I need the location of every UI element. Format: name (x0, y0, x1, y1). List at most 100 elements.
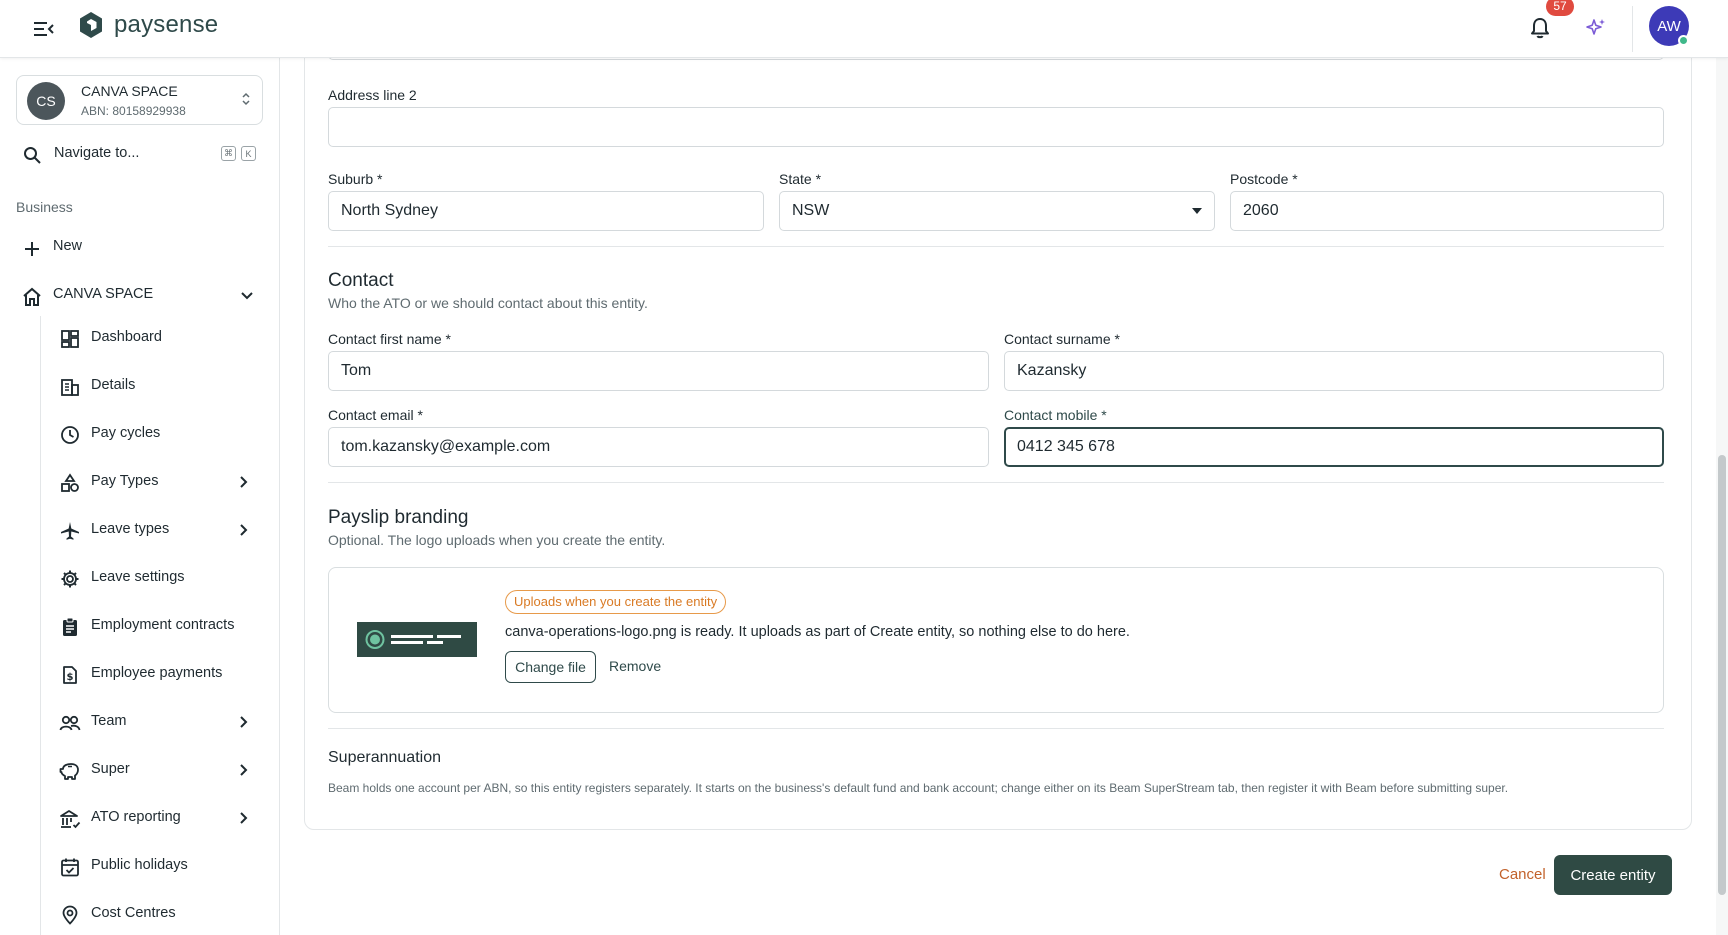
upload-status-badge: Uploads when you create the entity (505, 590, 727, 614)
superannuation-section-title: Superannuation (328, 749, 441, 766)
shapes-icon (59, 472, 81, 494)
logo-upload-box: Uploads when you create the entity canva… (328, 567, 1664, 713)
sidebar-item-super[interactable]: Super (41, 748, 270, 796)
chevron-up-down-icon (242, 92, 250, 106)
suburb-label: Suburb * (328, 171, 383, 187)
contact-first-name-label: Contact first name * (328, 331, 451, 347)
superannuation-description: Beam holds one account per ABN, so this … (328, 781, 1509, 795)
remove-file-button[interactable]: Remove (609, 658, 661, 674)
org-name: CANVA SPACE (81, 83, 178, 99)
cancel-button[interactable]: Cancel (1491, 855, 1554, 895)
sidebar-item-employment-contracts[interactable]: Employment contracts (41, 604, 270, 652)
sparkle-icon (1586, 19, 1605, 35)
brand-logo[interactable]: paysense (78, 11, 218, 39)
sidebar-item-pay-types[interactable]: Pay Types (41, 460, 270, 508)
dashboard-icon (59, 328, 81, 350)
shortcut-k-key: K (241, 146, 256, 161)
sidebar-item-label: Leave settings (91, 569, 185, 585)
location-pin-icon (59, 904, 81, 926)
postcode-label: Postcode * (1230, 171, 1298, 187)
sidebar-item-label: Team (91, 713, 127, 729)
logo-preview-image (357, 622, 477, 657)
sidebar-item-leave-settings[interactable]: Leave settings (41, 556, 270, 604)
contact-section-description: Who the ATO or we should contact about t… (328, 295, 648, 311)
address-line-2-label: Address line 2 (328, 87, 417, 103)
change-file-button[interactable]: Change file (505, 651, 596, 683)
top-bar: paysense 57 AW (0, 0, 1728, 58)
sidebar-item-pay-cycles[interactable]: Pay cycles (41, 412, 270, 460)
notifications-button[interactable] (1526, 14, 1554, 42)
address-line-2-input[interactable] (328, 107, 1664, 147)
sidebar-item-public-holidays[interactable]: Public holidays (41, 844, 270, 892)
organisation-switcher[interactable]: CS CANVA SPACE ABN: 80158929938 (16, 75, 263, 125)
sidebar-item-team[interactable]: Team (41, 700, 270, 748)
brand-name: paysense (114, 11, 219, 38)
ai-assistant-button[interactable] (1582, 14, 1610, 42)
calendar-icon (59, 856, 81, 878)
contact-email-label: Contact email * (328, 407, 423, 423)
sidebar-item-employee-payments[interactable]: $ Employee payments (41, 652, 270, 700)
sidebar-item-label: Employment contracts (91, 617, 235, 633)
org-avatar: CS (27, 82, 65, 120)
sidebar-item-label: Pay cycles (91, 425, 161, 441)
sidebar-item-label: Pay Types (91, 473, 159, 489)
sidebar-item-new-label: New (53, 238, 83, 254)
sidebar-item-label: Super (91, 761, 130, 777)
section-label-business: Business (16, 199, 73, 215)
create-entity-button[interactable]: Create entity (1554, 855, 1672, 895)
state-select[interactable]: NSW (779, 191, 1215, 231)
branding-section-title: Payslip branding (328, 507, 469, 528)
caret-down-icon (1192, 208, 1202, 214)
dollar-file-icon: $ (59, 664, 81, 686)
sidebar-item-new[interactable]: New (16, 231, 263, 265)
piggy-bank-icon (59, 760, 81, 782)
chevron-right-icon (240, 524, 248, 536)
contact-first-name-input[interactable]: Tom (328, 351, 989, 391)
state-selected-value: NSW (792, 202, 830, 219)
entity-form-card: Address line 2 Suburb * North Sydney Sta… (304, 28, 1692, 830)
contact-mobile-input[interactable]: 0412 345 678 (1004, 427, 1664, 467)
clipboard-icon (59, 616, 81, 638)
sidebar-item-details[interactable]: Details (41, 364, 270, 412)
sidebar-item-leave-types[interactable]: Leave types (41, 508, 270, 556)
shortcut-cmd-key: ⌘ (221, 146, 236, 161)
navigate-to-search[interactable]: Navigate to... ⌘ K (16, 138, 263, 172)
sidebar-item-cost-centres[interactable]: Cost Centres (41, 892, 270, 935)
header-divider (1632, 6, 1633, 52)
sidebar-item-canva-space[interactable]: CANVA SPACE (16, 279, 263, 313)
gear-icon (59, 568, 81, 590)
plane-icon (59, 520, 81, 542)
chevron-right-icon (240, 476, 248, 488)
chevron-right-icon (240, 716, 248, 728)
notification-count-badge: 57 (1546, 0, 1574, 16)
sidebar-item-label: Employee payments (91, 665, 223, 681)
sidebar-subnav: Dashboard Details Pay cycles Pay Types L… (40, 316, 270, 935)
section-divider (328, 246, 1664, 247)
home-icon (23, 287, 41, 306)
plus-icon (25, 242, 39, 256)
contact-surname-input[interactable]: Kazansky (1004, 351, 1664, 391)
contact-section-title: Contact (328, 270, 394, 291)
sidebar-item-label: Cost Centres (91, 905, 176, 921)
sidebar-item-ato-reporting[interactable]: ATO reporting (41, 796, 270, 844)
sidebar-item-label: Dashboard (91, 329, 162, 345)
bell-icon (1531, 18, 1549, 39)
menu-toggle-button[interactable] (30, 15, 58, 43)
upload-ready-message: canva-operations-logo.png is ready. It u… (505, 624, 1130, 640)
contact-email-input[interactable]: tom.kazansky@example.com (328, 427, 989, 467)
sidebar-item-dashboard[interactable]: Dashboard (41, 316, 270, 364)
contact-surname-label: Contact surname * (1004, 331, 1120, 347)
section-divider (328, 728, 1664, 729)
suburb-input[interactable]: North Sydney (328, 191, 764, 231)
state-label: State * (779, 171, 822, 187)
search-icon (24, 147, 41, 164)
sidebar-item-label: Details (91, 377, 136, 393)
page-scrollbar-thumb[interactable] (1718, 455, 1726, 895)
chevron-right-icon (240, 764, 248, 776)
contact-mobile-label: Contact mobile * (1004, 407, 1107, 423)
chevron-right-icon (240, 812, 248, 824)
sidebar-item-label: Public holidays (91, 857, 188, 873)
navigate-to-label: Navigate to... (54, 145, 140, 161)
postcode-input[interactable]: 2060 (1230, 191, 1664, 231)
clock-icon (59, 424, 81, 446)
